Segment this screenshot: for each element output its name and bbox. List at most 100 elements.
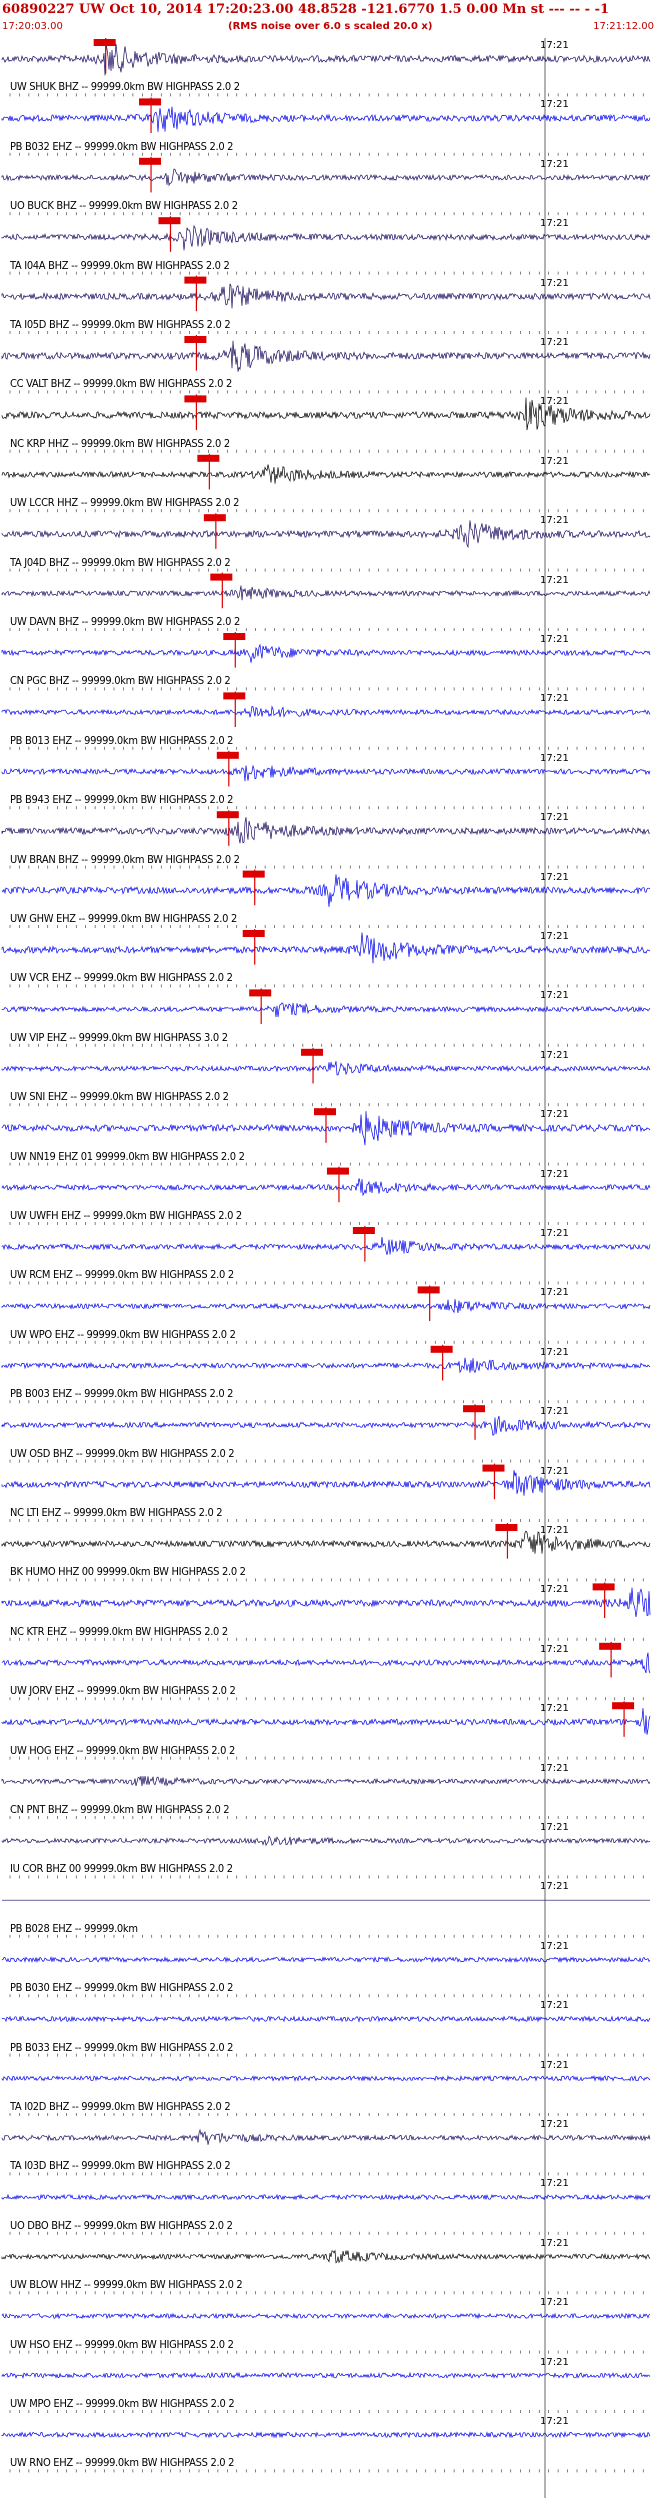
- pick-flag[interactable]: [249, 989, 272, 997]
- time-ticks: [9, 568, 644, 572]
- waveform: [1, 168, 651, 187]
- trace-label: PB B028 EHZ -- 99999.0km: [10, 1921, 138, 1935]
- trace-label: UW MPO EHZ -- 99999.0km BW HIGHPASS 2.0 …: [10, 2397, 235, 2410]
- minute-label: 17:21: [540, 40, 569, 51]
- minute-label: 17:21: [540, 1762, 569, 1774]
- minute-label: 17:21: [540, 574, 569, 586]
- time-ticks: [9, 1875, 644, 1879]
- pick-flag[interactable]: [242, 870, 265, 878]
- trace-label: UW VIP EHZ -- 99999.0km BW HIGHPASS 3.0 …: [10, 1030, 228, 1044]
- minute-label: 17:21: [540, 2059, 569, 2071]
- pick-flag[interactable]: [184, 336, 207, 343]
- time-ticks: [9, 2469, 644, 2473]
- time-ticks: [9, 1043, 644, 1047]
- waveform: [1, 1002, 651, 1018]
- pick-flag[interactable]: [417, 1286, 440, 1294]
- pick-flag[interactable]: [216, 811, 239, 819]
- pick-flag[interactable]: [482, 1464, 505, 1472]
- pick-flag[interactable]: [216, 751, 239, 759]
- pick-flag[interactable]: [203, 514, 226, 522]
- pick-flag[interactable]: [184, 395, 207, 403]
- trace-label: UW BRAN BHZ -- 99999.0km BW HIGHPASS 2.0…: [10, 852, 240, 866]
- waveform: [1, 2312, 651, 2320]
- minute-label: 17:21: [540, 158, 569, 170]
- minute-label: 17:21: [540, 1049, 569, 1061]
- pick-flag[interactable]: [326, 1167, 349, 1175]
- pick-flag[interactable]: [314, 1108, 336, 1116]
- minute-label: 17:21: [540, 2178, 569, 2190]
- pick-flag[interactable]: [612, 1702, 635, 1710]
- trace-label: UO BUCK BHZ -- 99999.0km BW HIGHPASS 2.0…: [10, 199, 238, 213]
- time-ticks: [9, 2350, 644, 2354]
- waveform: [1, 2249, 651, 2264]
- minute-label: 17:21: [540, 1168, 569, 1180]
- pick-flag[interactable]: [139, 157, 162, 165]
- pick-flag[interactable]: [223, 633, 246, 640]
- minute-label: 17:21: [540, 218, 569, 230]
- minute-label: 17:21: [540, 396, 569, 408]
- pick-flag[interactable]: [93, 39, 116, 46]
- trace-label: CN PNT BHZ -- 99999.0km BW HIGHPASS 2.0 …: [10, 1803, 230, 1816]
- pick-flag[interactable]: [184, 276, 207, 284]
- trace-label: TA J04D BHZ -- 99999.0km BW HIGHPASS 2.0…: [10, 555, 231, 569]
- waveform: [1, 106, 651, 132]
- pick-flag[interactable]: [301, 1048, 324, 1056]
- time-ticks: [9, 212, 644, 216]
- trace-label: UW OSD BHZ -- 99999.0km BW HIGHPASS 2.0 …: [10, 1446, 235, 1460]
- pick-flag[interactable]: [210, 573, 233, 581]
- waveform: [1, 1178, 651, 1197]
- trace-label: TA I04A BHZ -- 99999.0km BW HIGHPASS 2.0…: [10, 258, 230, 272]
- pick-flag[interactable]: [223, 692, 246, 700]
- time-ticks: [9, 628, 644, 631]
- minute-label: 17:21: [540, 752, 569, 764]
- waveform: [1, 585, 651, 601]
- pick-flag[interactable]: [242, 930, 265, 937]
- time-ticks: [9, 2053, 644, 2057]
- waveform: [1, 224, 651, 251]
- minute-label: 17:21: [540, 2297, 569, 2309]
- pick-flag[interactable]: [197, 454, 220, 462]
- trace-label: TA I05D BHZ -- 99999.0km BW HIGHPASS 2.0…: [10, 318, 231, 331]
- minute-label: 17:21: [540, 1465, 569, 1477]
- minute-label: 17:21: [540, 1940, 569, 1952]
- pick-flag[interactable]: [430, 1345, 453, 1353]
- time-ticks: [9, 1816, 644, 1819]
- pick-flag[interactable]: [352, 1227, 375, 1234]
- time-ticks: [9, 1340, 644, 1344]
- time-ticks: [9, 449, 644, 453]
- minute-label: 17:21: [540, 1584, 569, 1596]
- pick-flag[interactable]: [463, 1405, 486, 1413]
- trace-label: NC LTI EHZ -- 99999.0km BW HIGHPASS 2.0 …: [10, 1506, 223, 1519]
- time-ticks: [9, 2291, 644, 2295]
- time-ticks: [9, 2172, 644, 2176]
- time-ticks: [9, 271, 644, 275]
- trace-label: PB B032 EHZ -- 99999.0km BW HIGHPASS 2.0…: [10, 139, 234, 153]
- pick-flag[interactable]: [592, 1583, 615, 1591]
- trace-label: NC KTR EHZ -- 99999.0km BW HIGHPASS 2.0 …: [10, 1624, 228, 1638]
- pick-flag[interactable]: [139, 98, 162, 106]
- minute-label: 17:21: [540, 1881, 569, 1893]
- minute-label: 17:21: [540, 2237, 569, 2249]
- minute-label: 17:21: [540, 1228, 569, 1239]
- pick-flag[interactable]: [158, 217, 181, 225]
- waveform: [1, 464, 651, 484]
- pick-flag[interactable]: [599, 1642, 622, 1650]
- minute-label: 17:21: [540, 1643, 569, 1655]
- time-ticks: [9, 1578, 644, 1582]
- minute-label: 17:21: [540, 99, 569, 111]
- minute-label: 17:21: [540, 277, 569, 289]
- minute-label: 17:21: [540, 871, 569, 883]
- time-ticks: [9, 746, 644, 750]
- time-ticks: [9, 1637, 644, 1641]
- time-ticks: [9, 1459, 644, 1463]
- waveform: [1, 1299, 651, 1314]
- minute-label: 17:21: [540, 2416, 569, 2427]
- trace-label: UW GHW EHZ -- 99999.0km BW HIGHPASS 2.0 …: [10, 912, 237, 925]
- pick-flag[interactable]: [495, 1524, 518, 1531]
- trace-label: TA I03D BHZ -- 99999.0km BW HIGHPASS 2.0…: [10, 2159, 231, 2173]
- trace-label: UW NN19 EHZ 01 99999.0km BW HIGHPASS 2.0…: [10, 1149, 245, 1163]
- waveform: [1, 705, 651, 718]
- trace-label: UO DBO BHZ -- 99999.0km BW HIGHPASS 2.0 …: [10, 2218, 233, 2232]
- trace-label: UW SNI EHZ -- 99999.0km BW HIGHPASS 2.0 …: [10, 1090, 229, 1104]
- trace-label: TA I02D BHZ -- 99999.0km BW HIGHPASS 2.0…: [10, 2100, 231, 2113]
